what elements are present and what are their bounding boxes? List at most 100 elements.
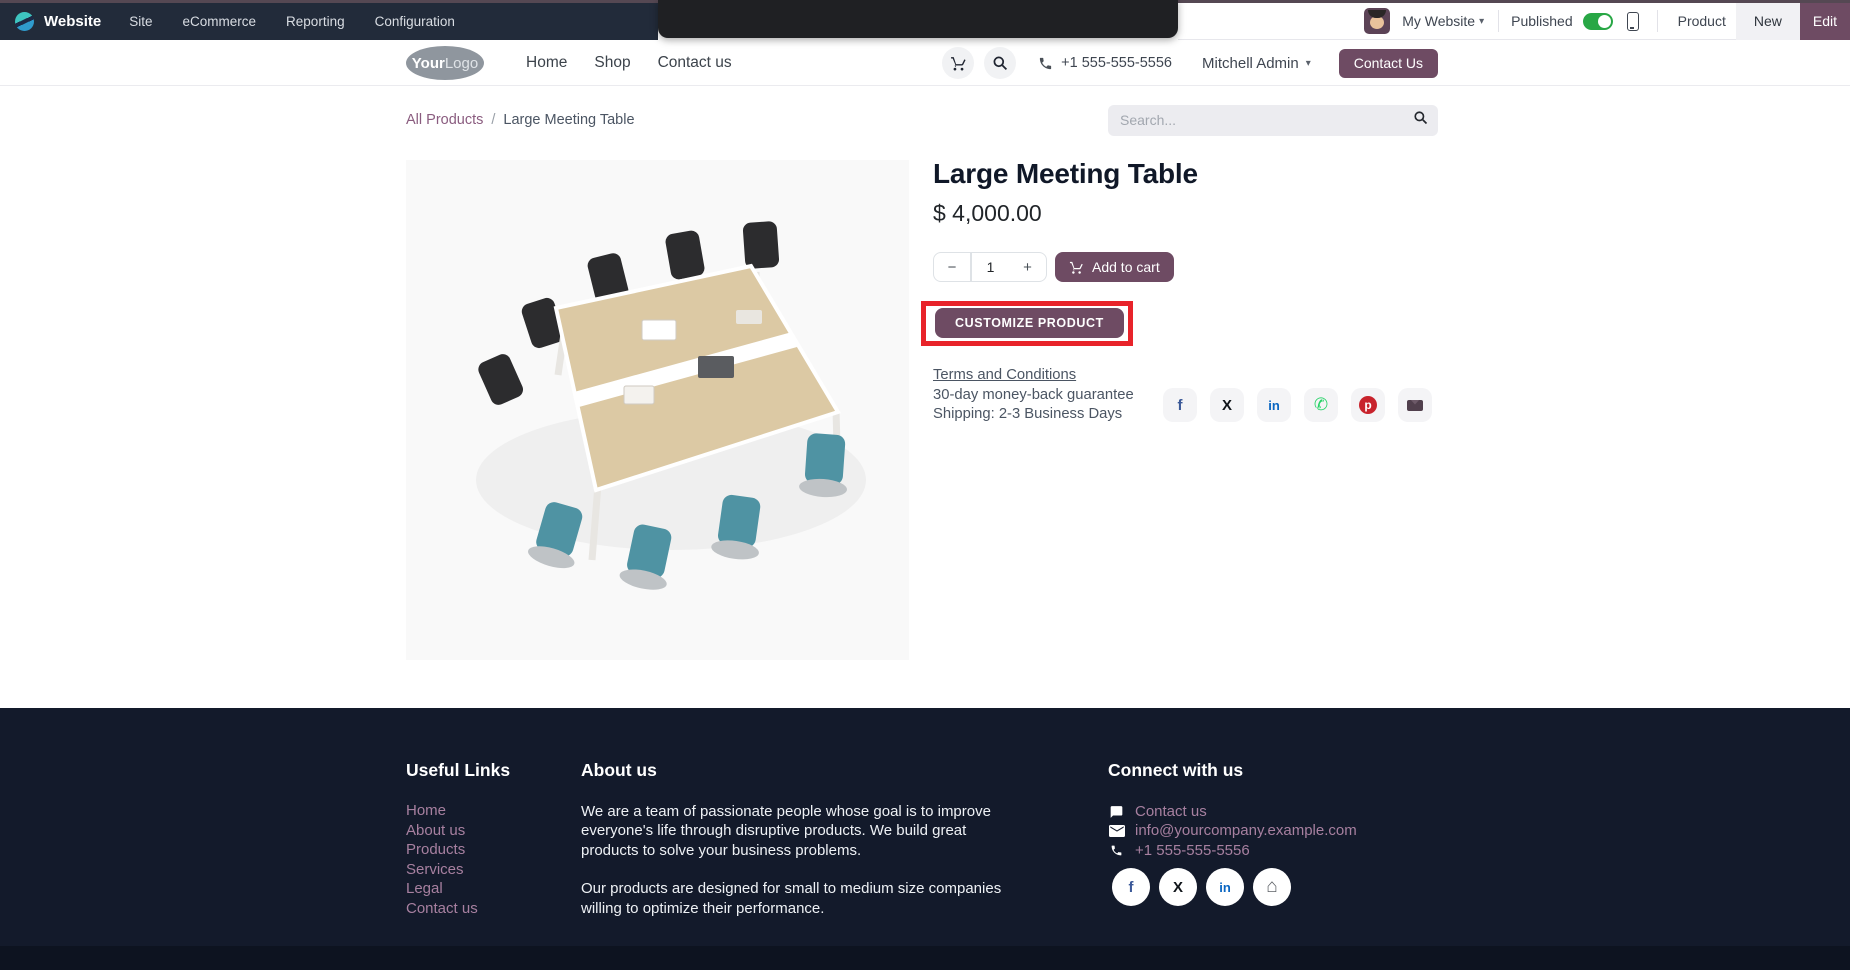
pinterest-icon: p <box>1359 396 1377 414</box>
add-to-cart-label: Add to cart <box>1092 259 1160 275</box>
phone-icon <box>1038 56 1053 71</box>
share-email-button[interactable] <box>1398 388 1432 422</box>
contact-us-button[interactable]: Contact Us <box>1339 49 1438 78</box>
copyright-strip <box>0 946 1850 970</box>
footer-heading-connect: Connect with us <box>1108 760 1357 781</box>
logo-text-light: Logo <box>445 55 478 72</box>
footer-link-services[interactable]: Services <box>406 860 510 880</box>
share-pinterest-button[interactable]: p <box>1351 388 1385 422</box>
user-menu[interactable]: Mitchell Admin ▾ <box>1202 55 1315 72</box>
footer-contact-us-link[interactable]: Contact us <box>1135 802 1207 821</box>
new-button[interactable]: New <box>1736 3 1800 40</box>
footer-phone-link[interactable]: +1 555-555-5556 <box>1135 841 1250 860</box>
phone-icon <box>1108 844 1125 857</box>
main-nav: Home Shop Contact us <box>526 54 732 72</box>
logo-text-bold: Your <box>412 55 445 72</box>
footer-website-button[interactable]: ⌂ <box>1253 868 1291 906</box>
search-icon[interactable] <box>1413 110 1428 130</box>
cart-icon <box>950 55 967 72</box>
footer-email-link[interactable]: info@yourcompany.example.com <box>1135 821 1357 840</box>
footer-heading-about-us: About us <box>581 760 1017 781</box>
published-toggle[interactable] <box>1583 13 1613 30</box>
footer-link-products[interactable]: Products <box>406 840 510 860</box>
footer-facebook-button[interactable]: f <box>1112 868 1150 906</box>
cart-button[interactable] <box>942 47 974 79</box>
linkedin-icon: in <box>1268 398 1280 413</box>
header-phone-number: +1 555-555-5556 <box>1061 55 1172 71</box>
backend-navbar: Website Site eCommerce Reporting Configu… <box>0 3 658 40</box>
home-icon: ⌂ <box>1266 876 1277 898</box>
website-selector[interactable]: My Website <box>1402 13 1475 29</box>
share-x-button[interactable]: X <box>1210 388 1244 422</box>
menu-site[interactable]: Site <box>129 14 152 29</box>
footer-about-paragraph-1: We are a team of passionate people whose… <box>581 802 1017 860</box>
add-to-cart-button[interactable]: Add to cart <box>1055 252 1174 282</box>
search-input[interactable] <box>1120 112 1413 128</box>
product-price: $ 4,000.00 <box>933 200 1042 227</box>
footer-connect: Connect with us Contact us info@yourcomp… <box>1108 760 1357 860</box>
breadcrumb-current: Large Meeting Table <box>503 112 634 128</box>
highlight-annotation: CUSTOMIZE PRODUCT <box>921 301 1133 346</box>
footer-linkedin-button[interactable]: in <box>1206 868 1244 906</box>
breadcrumb: All Products / Large Meeting Table <box>406 102 1438 138</box>
facebook-icon: f <box>1178 397 1183 414</box>
search-icon <box>992 55 1008 71</box>
breadcrumb-all-products[interactable]: All Products <box>406 112 483 128</box>
terms-and-conditions-link[interactable]: Terms and Conditions <box>933 366 1134 386</box>
site-logo[interactable]: YourLogo <box>406 46 484 80</box>
product-menu[interactable]: Product <box>1678 13 1726 29</box>
chevron-down-icon: ▾ <box>1479 16 1484 27</box>
search-button[interactable] <box>984 47 1016 79</box>
edit-button[interactable]: Edit <box>1800 3 1850 40</box>
app-name[interactable]: Website <box>44 13 101 30</box>
cart-icon <box>1069 260 1084 275</box>
backend-systray: My Website ▾ Published Product New Edit <box>1178 3 1850 40</box>
published-label: Published <box>1511 13 1573 29</box>
share-linkedin-button[interactable]: in <box>1257 388 1291 422</box>
avatar-hair <box>1368 10 1386 18</box>
footer-social-buttons: f X in ⌂ <box>1112 868 1291 906</box>
chat-bubble-icon <box>1108 805 1125 819</box>
footer-x-button[interactable]: X <box>1159 868 1197 906</box>
x-icon: X <box>1222 397 1232 414</box>
nav-shop[interactable]: Shop <box>594 54 630 72</box>
nav-home[interactable]: Home <box>526 54 567 72</box>
nav-contact-us[interactable]: Contact us <box>658 54 732 72</box>
menu-reporting[interactable]: Reporting <box>286 14 345 29</box>
divider <box>1498 10 1499 32</box>
quantity-stepper: − 1 + <box>933 252 1047 282</box>
site-header: YourLogo Home Shop Contact us +1 555-555… <box>0 40 1850 86</box>
share-buttons: f X in ✆ p <box>1163 388 1432 422</box>
header-phone[interactable]: +1 555-555-5556 <box>1038 55 1172 71</box>
footer-link-about-us[interactable]: About us <box>406 821 510 841</box>
menu-ecommerce[interactable]: eCommerce <box>183 14 257 29</box>
breadcrumb-separator: / <box>491 112 495 128</box>
mobile-preview-icon[interactable] <box>1627 12 1639 31</box>
notification-toast <box>658 0 1178 38</box>
quantity-increase-button[interactable]: + <box>1009 252 1047 282</box>
footer-link-legal[interactable]: Legal <box>406 879 510 899</box>
product-search <box>1108 105 1438 136</box>
user-avatar[interactable] <box>1364 8 1390 34</box>
buy-row: − 1 + Add to cart <box>933 252 1174 282</box>
email-icon <box>1407 400 1423 411</box>
odoo-logo-icon <box>15 12 34 31</box>
quantity-decrease-button[interactable]: − <box>933 252 971 282</box>
footer-link-home[interactable]: Home <box>406 801 510 821</box>
footer-link-contact-us[interactable]: Contact us <box>406 899 510 919</box>
footer-about: About us We are a team of passionate peo… <box>581 760 1017 918</box>
divider <box>1657 10 1658 32</box>
guarantee-text: 30-day money-back guarantee <box>933 386 1134 406</box>
share-whatsapp-button[interactable]: ✆ <box>1304 388 1338 422</box>
footer-about-paragraph-2: Our products are designed for small to m… <box>581 879 1017 918</box>
share-facebook-button[interactable]: f <box>1163 388 1197 422</box>
quantity-value[interactable]: 1 <box>971 252 1009 282</box>
customize-product-button[interactable]: CUSTOMIZE PRODUCT <box>935 308 1124 338</box>
x-icon: X <box>1173 879 1183 896</box>
shipping-text: Shipping: 2-3 Business Days <box>933 405 1134 425</box>
footer-useful-links: Useful Links Home About us Products Serv… <box>406 760 510 918</box>
user-name: Mitchell Admin <box>1202 55 1299 72</box>
linkedin-icon: in <box>1219 880 1231 895</box>
envelope-icon <box>1108 825 1125 837</box>
menu-configuration[interactable]: Configuration <box>375 14 455 29</box>
